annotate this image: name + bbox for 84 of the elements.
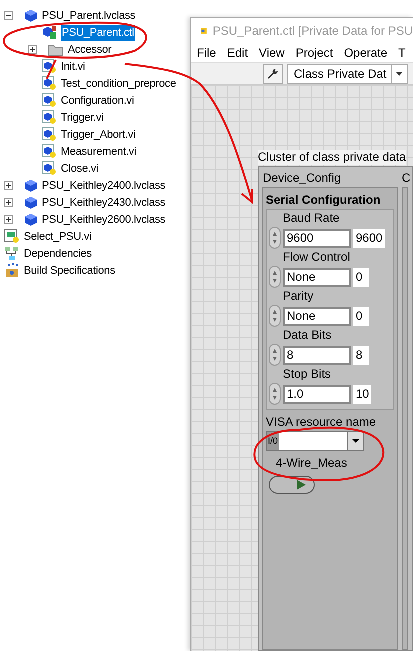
plus-icon bbox=[5, 182, 12, 189]
network-icon bbox=[4, 246, 20, 261]
control-label: Flow Control bbox=[282, 249, 352, 266]
tree-item[interactable]: PSU_Keithley2600.lvclass bbox=[41, 212, 167, 228]
cube-file-icon bbox=[42, 93, 57, 108]
cube-file-icon bbox=[42, 127, 57, 142]
cube-file-icon bbox=[42, 25, 58, 40]
tree-item[interactable]: Dependencies bbox=[23, 246, 93, 262]
folder-icon bbox=[48, 42, 64, 56]
wrench-icon bbox=[267, 68, 279, 80]
cube-file-icon bbox=[42, 59, 57, 74]
tree-item[interactable]: PSU_Keithley2400.lvclass bbox=[41, 178, 167, 194]
expand-toggle[interactable] bbox=[4, 198, 13, 207]
cube-file-icon bbox=[42, 144, 57, 159]
visa-field[interactable]: I/0 bbox=[266, 431, 364, 451]
spin-arrows[interactable] bbox=[269, 227, 281, 249]
file-icon bbox=[4, 229, 20, 244]
plus-icon bbox=[29, 46, 36, 53]
toggle-button[interactable] bbox=[269, 476, 315, 494]
minus-icon bbox=[5, 12, 12, 19]
cube-icon bbox=[24, 212, 38, 226]
control-label: 4-Wire_Meas bbox=[275, 455, 348, 472]
tree-item[interactable]: PSU_Parent.ctl bbox=[61, 24, 136, 40]
control-label: Parity bbox=[282, 288, 315, 305]
spin-arrows[interactable] bbox=[269, 344, 281, 366]
collapse-toggle[interactable] bbox=[4, 11, 13, 20]
box-icon bbox=[4, 263, 20, 278]
menu-item[interactable]: View bbox=[259, 44, 285, 62]
ring-value[interactable]: 1.0 bbox=[283, 384, 351, 404]
spin-arrows[interactable] bbox=[269, 305, 281, 327]
cube-file-icon bbox=[42, 76, 57, 91]
plus-icon bbox=[5, 216, 12, 223]
expand-toggle[interactable] bbox=[28, 45, 37, 54]
caret-icon bbox=[396, 72, 403, 76]
numeric-value: 0 bbox=[353, 268, 369, 286]
spin-arrows[interactable] bbox=[269, 266, 281, 288]
cluster-label: Device_Config bbox=[262, 170, 342, 187]
control-label: Data Bits bbox=[282, 327, 333, 344]
tree-item[interactable]: Trigger_Abort.vi bbox=[60, 126, 137, 142]
tree-item[interactable]: Test_condition_preproce bbox=[60, 76, 178, 92]
cube-icon bbox=[24, 8, 38, 22]
tree-item[interactable]: Close.vi bbox=[60, 160, 100, 176]
tree-item[interactable]: Measurement.vi bbox=[60, 144, 138, 160]
cube-file-icon bbox=[42, 161, 57, 176]
menu-item[interactable]: Project bbox=[296, 44, 334, 62]
expand-toggle[interactable] bbox=[4, 215, 13, 224]
plus-icon bbox=[5, 199, 12, 206]
cluster-title: Serial Configuration bbox=[266, 192, 382, 209]
cluster-label: C bbox=[402, 170, 411, 187]
menu-item[interactable]: File bbox=[197, 44, 216, 62]
menu-item[interactable]: T bbox=[398, 44, 406, 62]
caret-icon bbox=[352, 439, 360, 443]
tree-item[interactable]: PSU_Parent.lvclass bbox=[41, 8, 137, 24]
tree-item[interactable]: Configuration.vi bbox=[60, 92, 136, 108]
numeric-value: 8 bbox=[353, 346, 369, 364]
cube-icon bbox=[24, 178, 38, 192]
tree-item[interactable]: Init.vi bbox=[60, 58, 86, 74]
numeric-value: 0 bbox=[353, 306, 369, 326]
numeric-value: 10 bbox=[353, 384, 372, 404]
tree-item[interactable]: Accessor bbox=[67, 42, 113, 58]
expand-toggle[interactable] bbox=[4, 181, 13, 190]
tree-item[interactable]: Select_PSU.vi bbox=[23, 228, 93, 244]
cube-icon bbox=[24, 196, 38, 210]
control-label: VISA resource name bbox=[266, 414, 378, 431]
cube-file-icon bbox=[42, 110, 57, 125]
wrench-button[interactable] bbox=[263, 64, 283, 84]
ring-value[interactable]: 8 bbox=[283, 346, 351, 364]
spin-arrows[interactable] bbox=[269, 383, 281, 405]
tree-item[interactable]: PSU_Keithley2430.lvclass bbox=[41, 194, 167, 210]
control-label: Baud Rate bbox=[282, 210, 341, 227]
tree-item[interactable]: Trigger.vi bbox=[60, 110, 105, 126]
cluster-label: Cluster of class private data bbox=[258, 150, 406, 165]
ring-value[interactable]: 9600 bbox=[283, 228, 351, 248]
numeric-value: 9600 bbox=[353, 228, 385, 248]
menu-item[interactable]: Edit bbox=[227, 44, 248, 62]
window-title: PSU_Parent.ctl [Private Data for PSU bbox=[212, 23, 413, 40]
ring-value[interactable]: None bbox=[283, 268, 351, 286]
hand-drawn-line bbox=[46, 60, 57, 80]
ring-value[interactable]: None bbox=[283, 306, 351, 326]
class-dropdown[interactable]: Class Private Dat bbox=[287, 64, 408, 84]
menu-item[interactable]: Operate bbox=[344, 44, 388, 62]
io-glyph: I/0 bbox=[267, 436, 280, 446]
control-label: Stop Bits bbox=[282, 366, 332, 383]
tree-item[interactable]: Build Specifications bbox=[23, 262, 116, 278]
